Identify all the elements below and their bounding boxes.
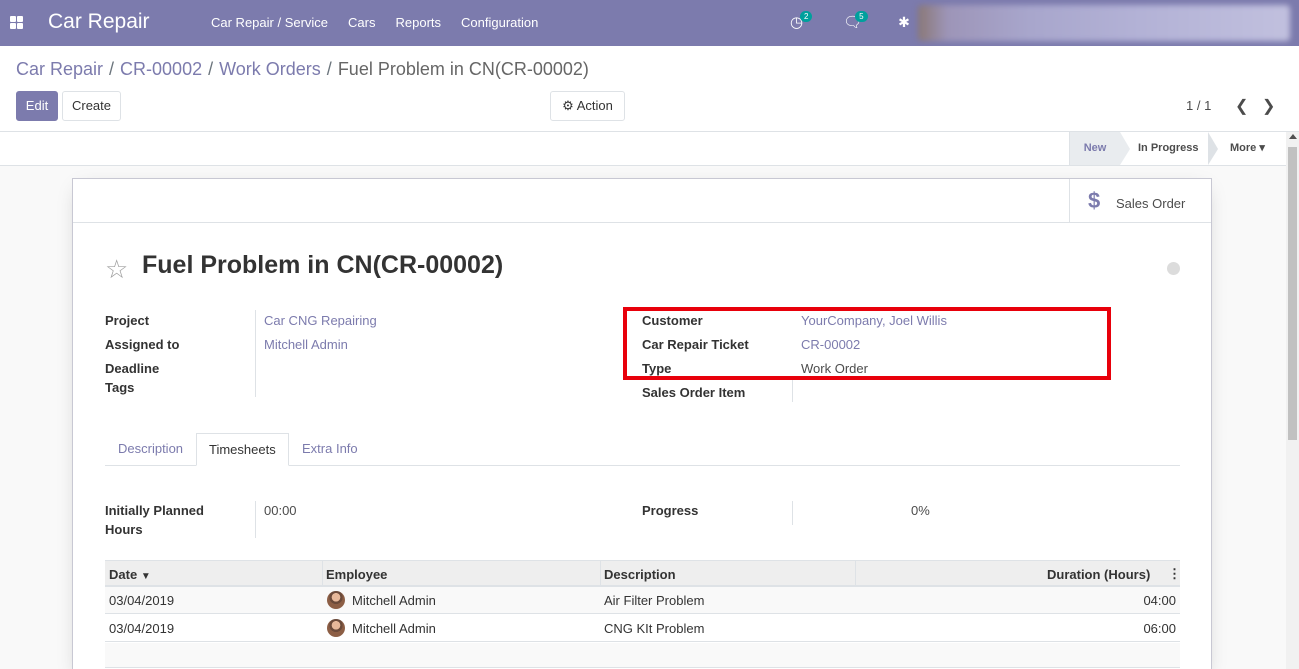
statusbar: New In Progress More ▾ [0, 132, 1286, 166]
control-panel: Car Repair / CR-00002 / Work Orders / Fu… [0, 46, 1299, 132]
sales-order-item-label: Sales Order Item [642, 385, 746, 400]
assigned-to-value[interactable]: Mitchell Admin [264, 337, 348, 352]
activity-clock-icon[interactable]: ◷ 2 [790, 11, 813, 31]
employee-avatar [327, 619, 345, 637]
deadline-label: Deadline [105, 361, 160, 376]
stage-arrow [1120, 132, 1130, 165]
field-divider [255, 310, 256, 397]
column-separator [600, 561, 601, 586]
table-row[interactable]: 03/04/2019 Mitchell Admin CNG KIt Proble… [105, 615, 1180, 642]
scroll-thumb[interactable] [1288, 147, 1297, 440]
column-description[interactable]: Description [604, 567, 676, 582]
column-duration[interactable]: Duration (Hours) [1047, 567, 1150, 582]
menu-item-car-repair-service[interactable]: Car Repair / Service [211, 15, 328, 30]
project-value[interactable]: Car CNG Repairing [264, 313, 377, 328]
breadcrumb: Car Repair / CR-00002 / Work Orders / Fu… [16, 59, 589, 80]
row-description: CNG KIt Problem [604, 621, 705, 636]
employee-avatar [327, 591, 345, 609]
column-date-label: Date [109, 567, 138, 582]
column-separator [855, 561, 856, 586]
gear-icon: ⚙ [562, 98, 574, 113]
project-label: Project [105, 313, 150, 328]
pager-previous-icon[interactable]: ❮ [1235, 96, 1248, 116]
apps-menu-icon[interactable] [10, 16, 23, 29]
highlight-annotation-box [623, 307, 1111, 380]
progress-label: Progress [642, 503, 699, 518]
breadcrumb-current: Fuel Problem in CN(CR-00002) [337, 59, 589, 79]
record-title: Fuel Problem in CN(CR-00002) [142, 251, 504, 279]
tab-description[interactable]: Description [118, 433, 183, 466]
row-duration: 04:00 [1143, 593, 1176, 608]
sales-order-label: Sales Order [1116, 196, 1186, 211]
table-row[interactable]: 03/04/2019 Mitchell Admin Air Filter Pro… [105, 587, 1180, 614]
debug-bug-icon[interactable]: ✱ [898, 14, 910, 31]
column-date[interactable]: Date ▼ [109, 567, 151, 582]
edit-button[interactable]: Edit [16, 91, 58, 121]
caret-down-icon: ▾ [1259, 142, 1265, 154]
systray: ◷ 2 🗨 5 ✱ [790, 11, 932, 31]
action-button[interactable]: ⚙ Action [550, 91, 625, 121]
messages-count-badge: 5 [855, 11, 868, 22]
stage-more-dropdown[interactable]: More ▾ [1230, 132, 1280, 165]
tab-timesheets[interactable]: Timesheets [196, 433, 289, 466]
row-description: Air Filter Problem [604, 593, 705, 608]
breadcrumb-separator: / [208, 59, 214, 79]
breadcrumb-work-orders[interactable]: Work Orders [219, 59, 321, 80]
row-employee: Mitchell Admin [352, 621, 436, 636]
column-separator [322, 561, 323, 586]
breadcrumb-ticket[interactable]: CR-00002 [120, 59, 202, 80]
create-button[interactable]: Create [62, 91, 121, 121]
star-favorite-icon[interactable]: ☆ [105, 254, 128, 285]
tags-label: Tags [105, 380, 135, 395]
progress-value: 0% [911, 503, 930, 518]
page-scrollbar[interactable] [1286, 132, 1299, 669]
kanban-state-dot[interactable] [1167, 262, 1180, 275]
tab-extra-info[interactable]: Extra Info [302, 433, 358, 466]
main-menu: Car Repair / Service Cars Reports Config… [211, 15, 558, 30]
menu-item-reports[interactable]: Reports [396, 15, 442, 30]
row-employee: Mitchell Admin [352, 593, 436, 608]
app-brand[interactable]: Car Repair [48, 10, 150, 34]
assigned-to-label: Assigned to [105, 337, 180, 352]
stage-in-progress[interactable]: In Progress [1138, 132, 1208, 165]
field-divider [792, 501, 793, 525]
table-empty-row [105, 643, 1180, 668]
form-sheet: $ Sales Order ☆ Fuel Problem in CN(CR-00… [72, 178, 1212, 669]
planned-hours-label-line2: Hours [105, 522, 143, 537]
breadcrumb-car-repair[interactable]: Car Repair [16, 59, 103, 80]
optional-columns-kebab-icon[interactable]: ⋮ [1168, 566, 1181, 582]
scroll-up-icon[interactable] [1289, 134, 1297, 139]
table-header: Date ▼ Employee Description Duration (Ho… [105, 560, 1181, 587]
notebook-tabs: Description Timesheets Extra Info [105, 433, 1180, 466]
menu-item-cars[interactable]: Cars [348, 15, 375, 30]
sales-order-smart-button[interactable]: $ Sales Order [1069, 179, 1211, 223]
planned-hours-label-line1: Initially Planned [105, 503, 204, 518]
pager-next-icon[interactable]: ❯ [1262, 96, 1275, 116]
row-duration: 06:00 [1143, 621, 1176, 636]
messages-chat-icon[interactable]: 🗨 5 [843, 11, 868, 31]
dollar-icon: $ [1088, 188, 1101, 213]
sort-caret-down-icon: ▼ [140, 571, 151, 582]
action-label: Action [576, 98, 613, 113]
top-navbar: Car Repair Car Repair / Service Cars Rep… [0, 0, 1299, 46]
pager-value[interactable]: 1 / 1 [1186, 98, 1211, 113]
stage-arrow [1208, 132, 1218, 165]
user-menu-blurred[interactable] [918, 5, 1290, 41]
column-employee[interactable]: Employee [326, 567, 387, 582]
activity-count-badge: 2 [800, 11, 813, 22]
breadcrumb-separator: / [326, 59, 332, 79]
field-divider [255, 501, 256, 538]
field-divider [792, 378, 793, 402]
planned-hours-value[interactable]: 00:00 [264, 503, 297, 518]
stage-more-label: More [1230, 142, 1257, 154]
menu-item-configuration[interactable]: Configuration [461, 15, 538, 30]
stage-new[interactable]: New [1069, 132, 1120, 165]
breadcrumb-separator: / [109, 59, 115, 79]
smart-button-box: $ Sales Order [73, 179, 1211, 223]
row-date: 03/04/2019 [109, 593, 175, 608]
row-date: 03/04/2019 [109, 621, 175, 636]
